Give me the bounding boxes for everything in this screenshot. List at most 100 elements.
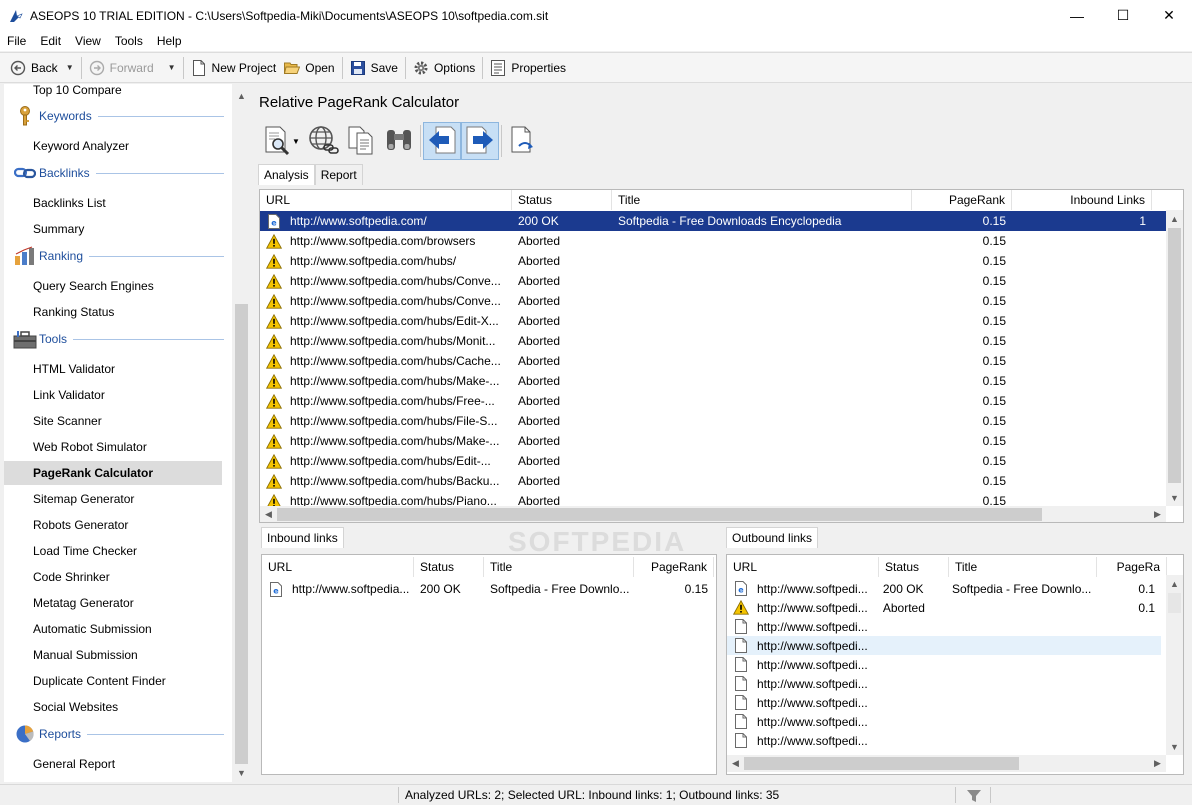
table-row[interactable]: http://www.softpedia.com/hubs/Edit-... Ab…: [260, 451, 1166, 471]
column-header-pagerank[interactable]: PageRank: [634, 557, 714, 577]
column-header-pagerank[interactable]: PageRa: [1097, 557, 1167, 577]
save-button[interactable]: Save: [346, 56, 402, 80]
scroll-right-icon[interactable]: ▶: [1149, 755, 1166, 772]
maximize-button[interactable]: ☐: [1100, 0, 1146, 31]
column-header-url[interactable]: URL: [262, 557, 414, 577]
grid-hscroll-thumb[interactable]: [277, 508, 1042, 521]
sidebar-item-load-time-checker[interactable]: Load Time Checker: [4, 539, 222, 563]
sidebar-item-query-search-engines[interactable]: Query Search Engines: [4, 274, 222, 298]
scroll-up-icon[interactable]: ▲: [1166, 575, 1183, 592]
table-row[interactable]: http://www.softpedia.com/hubs/Edit-X... A…: [260, 311, 1166, 331]
table-row[interactable]: http://www.softpedia.com/hubs/Monit... Ab…: [260, 331, 1166, 351]
options-button[interactable]: Options: [409, 56, 479, 80]
menu-edit[interactable]: Edit: [33, 34, 68, 48]
table-row[interactable]: http://www.softpedia.com/hubs/Backu... Ab…: [260, 471, 1166, 491]
analyze-button[interactable]: [258, 122, 296, 160]
outbound-links-button[interactable]: [460, 122, 499, 160]
forward-dropdown-icon[interactable]: ▼: [168, 63, 176, 72]
table-row[interactable]: http://www.softpedia.com/hubs/Cache... Ab…: [260, 351, 1166, 371]
table-row[interactable]: http://www.softpedi...: [727, 655, 1161, 674]
column-header-url[interactable]: URL: [727, 557, 879, 577]
column-header-status[interactable]: Status: [512, 190, 612, 210]
menu-tools[interactable]: Tools: [108, 34, 150, 48]
scroll-down-icon[interactable]: ▼: [233, 764, 250, 781]
sidebar-item-pagerank-calculator[interactable]: PageRank Calculator: [4, 461, 222, 485]
table-row[interactable]: http://www.softpedia.com/hubs/Conve... Ab…: [260, 291, 1166, 311]
sidebar-item-html-validator[interactable]: HTML Validator: [4, 357, 222, 381]
sidebar-item-duplicate-content-finder[interactable]: Duplicate Content Finder: [4, 669, 222, 693]
table-row[interactable]: http://www.softpedi...: [727, 731, 1161, 750]
sidebar-item-site-scanner[interactable]: Site Scanner: [4, 409, 222, 433]
sidebar-item-automatic-submission[interactable]: Automatic Submission: [4, 617, 222, 641]
table-row[interactable]: http://www.softpedi...: [727, 636, 1161, 655]
sidebar-item-top-10-compare[interactable]: Top 10 Compare: [4, 84, 222, 102]
scroll-down-icon[interactable]: ▼: [1166, 738, 1183, 755]
open-button[interactable]: Open: [280, 56, 338, 80]
sidebar-scroll-thumb[interactable]: [235, 304, 248, 764]
inbound-links-button[interactable]: [422, 122, 461, 160]
column-header-inbound-links[interactable]: Inbound Links: [1012, 190, 1152, 210]
sidebar-item-sitemap-generator[interactable]: Sitemap Generator: [4, 487, 222, 511]
table-row[interactable]: http://www.softpedi... Aborted 0.1: [727, 598, 1161, 617]
minimize-button[interactable]: —: [1054, 0, 1100, 31]
export-button[interactable]: [504, 122, 542, 160]
table-row[interactable]: e http://www.softpedia... 200 OK Softpedia …: [262, 579, 716, 599]
scroll-down-icon[interactable]: ▼: [1166, 489, 1183, 506]
tab-analysis[interactable]: Analysis: [258, 164, 315, 185]
grid-vertical-scrollbar[interactable]: ▲ ▼: [1166, 210, 1183, 506]
properties-button[interactable]: Properties: [486, 56, 570, 80]
table-row[interactable]: http://www.softpedia.com/hubs/Conve... Ab…: [260, 271, 1166, 291]
tab-report[interactable]: Report: [314, 164, 363, 185]
grid-vscroll-thumb[interactable]: [1168, 228, 1181, 483]
column-header-title[interactable]: Title: [484, 557, 634, 577]
table-row[interactable]: http://www.softpedia.com/hubs/Aborted 0.1…: [260, 251, 1166, 271]
sidebar-item-ranking-status[interactable]: Ranking Status: [4, 300, 222, 324]
menu-file[interactable]: File: [0, 34, 33, 48]
scroll-up-icon[interactable]: ▲: [1166, 210, 1183, 227]
sidebar-item-link-validator[interactable]: Link Validator: [4, 383, 222, 407]
back-dropdown-icon[interactable]: ▼: [66, 63, 74, 72]
grid-horizontal-scrollbar[interactable]: ◀ ▶: [260, 506, 1166, 522]
new-project-button[interactable]: New Project: [187, 56, 281, 80]
sidebar-item-web-robot-simulator[interactable]: Web Robot Simulator: [4, 435, 222, 459]
back-button[interactable]: Back ▼: [6, 56, 78, 80]
scroll-left-icon[interactable]: ◀: [260, 506, 277, 522]
column-header-status[interactable]: Status: [879, 557, 949, 577]
table-row[interactable]: http://www.softpedia.com/browsers Aborted…: [260, 231, 1166, 251]
tab-outbound-links[interactable]: Outbound links: [726, 527, 819, 548]
table-row[interactable]: http://www.softpedia.com/hubs/Make-... Ab…: [260, 371, 1166, 391]
copy-button[interactable]: [342, 122, 380, 160]
sidebar-scrollbar[interactable]: ▲ ▼: [233, 84, 250, 782]
column-header-title[interactable]: Title: [949, 557, 1097, 577]
sidebar-item-general-report[interactable]: General Report: [4, 752, 222, 776]
table-row[interactable]: http://www.softpedi...: [727, 693, 1161, 712]
sidebar-item-keyword-analyzer[interactable]: Keyword Analyzer: [4, 134, 222, 158]
table-row[interactable]: e http://www.softpedia.com/200 OK Softpedi…: [260, 211, 1166, 231]
menu-help[interactable]: Help: [150, 34, 189, 48]
table-row[interactable]: e http://www.softpedi... 200 OK Softpedia -…: [727, 579, 1161, 598]
scroll-left-icon[interactable]: ◀: [727, 755, 744, 772]
outbound-horizontal-scrollbar[interactable]: ◀ ▶: [727, 755, 1166, 772]
filter-icon[interactable]: [966, 788, 982, 804]
table-row[interactable]: http://www.softpedi...: [727, 674, 1161, 693]
table-row[interactable]: http://www.softpedi...: [727, 712, 1161, 731]
column-header-url[interactable]: URL: [260, 190, 512, 210]
sidebar-item-backlinks-list[interactable]: Backlinks List: [4, 191, 222, 215]
sidebar-item-social-websites[interactable]: Social Websites: [4, 695, 222, 719]
sidebar-item-metatag-generator[interactable]: Metatag Generator: [4, 591, 222, 615]
table-row[interactable]: http://www.softpedi...: [727, 617, 1161, 636]
column-header-status[interactable]: Status: [414, 557, 484, 577]
scroll-right-icon[interactable]: ▶: [1149, 506, 1166, 522]
sidebar-item-code-shrinker[interactable]: Code Shrinker: [4, 565, 222, 589]
sidebar-item-robots-generator[interactable]: Robots Generator: [4, 513, 222, 537]
outbound-vertical-scrollbar[interactable]: ▲ ▼: [1166, 575, 1183, 755]
column-header-pagerank[interactable]: PageRank: [912, 190, 1012, 210]
analyze-dropdown-icon[interactable]: ▼: [292, 137, 300, 146]
table-row[interactable]: http://www.softpedia.com/hubs/Free-... Ab…: [260, 391, 1166, 411]
forward-button[interactable]: Forward ▼: [85, 56, 180, 80]
web-links-button[interactable]: [304, 122, 342, 160]
find-button[interactable]: [380, 122, 418, 160]
outbound-vscroll-thumb[interactable]: [1168, 593, 1181, 613]
scroll-up-icon[interactable]: ▲: [233, 87, 250, 104]
close-button[interactable]: ✕: [1146, 0, 1192, 31]
